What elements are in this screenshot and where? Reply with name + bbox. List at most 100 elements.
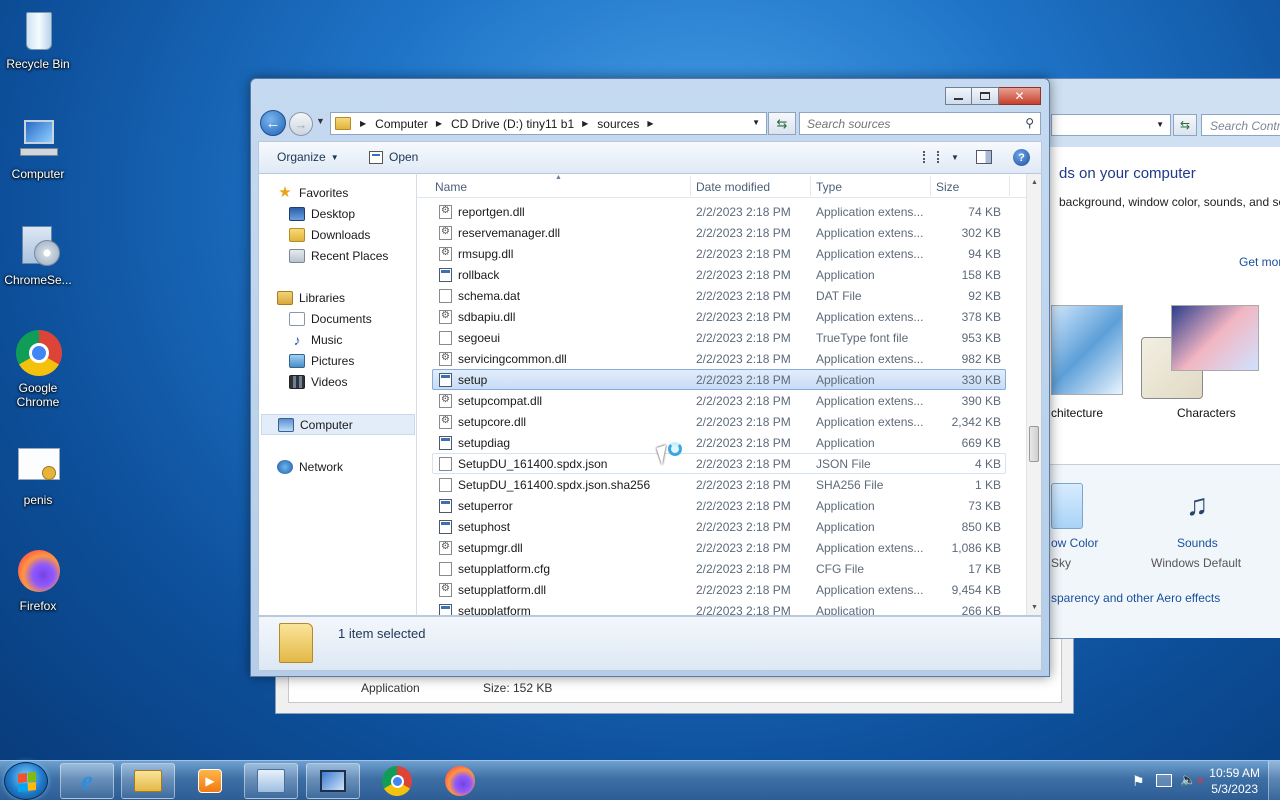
column-header-row: ▲ Name Date modified Type Size bbox=[417, 174, 1027, 198]
file-row[interactable]: reportgen.dll 2/2/2023 2:18 PM Application… bbox=[432, 201, 1006, 222]
file-row[interactable]: SetupDU_161400.spdx.json.sha256 2/2/2023 … bbox=[432, 474, 1006, 495]
scrollbar-thumb[interactable] bbox=[1029, 426, 1039, 462]
taskbar-control-panel[interactable] bbox=[244, 763, 298, 799]
file-row[interactable]: setupmgr.dll 2/2/2023 2:18 PM Application … bbox=[432, 537, 1006, 558]
file-row[interactable]: rmsupg.dll 2/2/2023 2:18 PM Application ex… bbox=[432, 243, 1006, 264]
address-bar[interactable]: ▼ bbox=[1051, 114, 1171, 136]
chevron-right-icon[interactable]: ▶ bbox=[436, 119, 442, 128]
back-button[interactable]: ← bbox=[260, 110, 286, 136]
file-row[interactable]: sdbapiu.dll 2/2/2023 2:18 PM Application e… bbox=[432, 306, 1006, 327]
file-row[interactable]: setupcompat.dll 2/2/2023 2:18 PM Applicati… bbox=[432, 390, 1006, 411]
breadcrumb-sources[interactable]: sources bbox=[597, 117, 639, 131]
search-box[interactable]: ⚲ bbox=[799, 112, 1041, 135]
aero-effects-link[interactable]: sparency and other Aero effects bbox=[1051, 591, 1220, 605]
refresh-button[interactable]: ⇆ bbox=[768, 112, 796, 135]
file-row[interactable]: servicingcommon.dll 2/2/2023 2:18 PM Appli… bbox=[432, 348, 1006, 369]
chevron-right-icon[interactable]: ▶ bbox=[360, 119, 366, 128]
scroll-up-icon[interactable]: ▲ bbox=[1027, 174, 1041, 190]
sounds-icon[interactable]: ♫ bbox=[1173, 483, 1221, 529]
chevron-right-icon[interactable]: ▶ bbox=[647, 119, 653, 128]
file-row[interactable]: rollback 2/2/2023 2:18 PM Application 158 K… bbox=[432, 264, 1006, 285]
column-name[interactable]: Name bbox=[435, 180, 467, 194]
taskbar-setup-app[interactable] bbox=[306, 763, 360, 799]
file-row[interactable]: SetupDU_161400.spdx.json 2/2/2023 2:18 PM… bbox=[432, 453, 1006, 474]
nav-desktop[interactable]: Desktop bbox=[289, 205, 355, 223]
nav-network[interactable]: Network bbox=[277, 458, 343, 476]
vertical-scrollbar[interactable]: ▲ ▼ bbox=[1026, 174, 1041, 615]
change-view-button[interactable]: ▼ bbox=[923, 151, 959, 163]
search-icon[interactable]: ⚲ bbox=[1025, 116, 1034, 130]
sounds-link[interactable]: Sounds bbox=[1177, 536, 1218, 550]
recent-pages-dropdown[interactable]: ▼ bbox=[316, 116, 325, 126]
theme-architecture[interactable] bbox=[1051, 305, 1123, 395]
column-date-modified[interactable]: Date modified bbox=[696, 180, 770, 194]
chevron-right-icon[interactable]: ▶ bbox=[582, 119, 588, 128]
nav-recent-places[interactable]: Recent Places bbox=[289, 247, 388, 265]
maximize-button[interactable] bbox=[972, 87, 999, 105]
scroll-down-icon[interactable]: ▼ bbox=[1027, 599, 1041, 615]
file-row[interactable]: setupplatform 2/2/2023 2:18 PM Application… bbox=[432, 600, 1006, 616]
theme-label: Characters bbox=[1177, 406, 1236, 420]
desktop-icon-computer[interactable]: Computer bbox=[2, 116, 74, 181]
search-input[interactable] bbox=[807, 114, 1017, 134]
help-button[interactable]: ? bbox=[1013, 149, 1030, 166]
forward-button[interactable]: → bbox=[289, 112, 313, 136]
desktop-icon-google-chrome[interactable]: Google Chrome bbox=[2, 330, 74, 409]
personalization-window[interactable]: ▼ ⇆ Search Control Panel ds on your comp… bbox=[1030, 78, 1280, 638]
taskbar-media-player[interactable]: ▶ bbox=[183, 763, 237, 799]
file-row[interactable]: segoeui 2/2/2023 2:18 PM TrueType font fil… bbox=[432, 327, 1006, 348]
file-row[interactable]: setupdiag 2/2/2023 2:18 PM Application 669 … bbox=[432, 432, 1006, 453]
file-row[interactable]: setup 2/2/2023 2:18 PM Application 330 KB bbox=[432, 369, 1006, 390]
file-row[interactable]: setuphost 2/2/2023 2:18 PM Application 850 … bbox=[432, 516, 1006, 537]
file-size: 266 KB bbox=[961, 603, 1001, 616]
close-button[interactable]: ✕ bbox=[999, 87, 1041, 105]
open-button[interactable]: Open bbox=[369, 150, 418, 164]
breadcrumb-computer[interactable]: Computer bbox=[375, 117, 428, 131]
explorer-window[interactable]: ✕ ← → ▼ ▶ Computer ▶ CD Drive (D:) tiny1… bbox=[250, 78, 1050, 677]
action-center-flag-icon[interactable]: ⚑ bbox=[1132, 773, 1145, 790]
nav-downloads[interactable]: Downloads bbox=[289, 226, 370, 244]
file-row[interactable]: setupplatform.cfg 2/2/2023 2:18 PM CFG Fil… bbox=[432, 558, 1006, 579]
taskbar-file-explorer[interactable] bbox=[121, 763, 175, 799]
nav-videos[interactable]: Videos bbox=[289, 373, 347, 391]
taskbar-firefox[interactable] bbox=[433, 763, 487, 799]
taskbar-internet-explorer[interactable]: e bbox=[60, 763, 114, 799]
organize-button[interactable]: Organize ▼ bbox=[277, 150, 339, 164]
nav-libraries[interactable]: Libraries bbox=[277, 289, 345, 307]
nav-favorites[interactable]: ★ Favorites bbox=[277, 184, 348, 202]
file-row[interactable]: setuperror 2/2/2023 2:18 PM Application 73 … bbox=[432, 495, 1006, 516]
nav-pictures[interactable]: Pictures bbox=[289, 352, 354, 370]
clock[interactable]: 10:59 AM 5/3/2023 bbox=[1209, 765, 1260, 797]
desktop-icon-chrome-setup[interactable]: ChromeSe... bbox=[2, 222, 74, 287]
minimize-button[interactable] bbox=[945, 87, 972, 105]
desktop-icon-firefox[interactable]: Firefox bbox=[2, 548, 74, 613]
sounds-value: Windows Default bbox=[1151, 556, 1242, 570]
address-dropdown-icon[interactable]: ▼ bbox=[752, 118, 760, 127]
column-type[interactable]: Type bbox=[816, 180, 842, 194]
desktop-icon-penis[interactable]: penis bbox=[2, 442, 74, 507]
get-more-themes-link[interactable]: Get mor bbox=[1239, 255, 1280, 269]
file-row[interactable]: schema.dat 2/2/2023 2:18 PM DAT File 92 KB bbox=[432, 285, 1006, 306]
network-tray-icon[interactable] bbox=[1156, 774, 1172, 787]
file-list-pane[interactable]: ▲ Name Date modified Type Size reportgen… bbox=[417, 173, 1042, 616]
taskbar-google-chrome[interactable] bbox=[370, 763, 424, 799]
volume-muted-icon[interactable]: 🔈✕ bbox=[1180, 772, 1205, 788]
file-row[interactable]: setupcore.dll 2/2/2023 2:18 PM Application… bbox=[432, 411, 1006, 432]
nav-music[interactable]: ♪ Music bbox=[289, 331, 343, 349]
window-color-link[interactable]: ow Color bbox=[1051, 536, 1098, 550]
preview-pane-button[interactable] bbox=[976, 150, 992, 164]
search-input[interactable]: Search Control Panel bbox=[1201, 114, 1280, 136]
nav-computer[interactable]: Computer bbox=[261, 414, 415, 435]
nav-documents[interactable]: Documents bbox=[289, 310, 372, 328]
desktop-icon-recycle-bin[interactable]: Recycle Bin bbox=[2, 6, 74, 71]
file-row[interactable]: reservemanager.dll 2/2/2023 2:18 PM Applic… bbox=[432, 222, 1006, 243]
address-bar[interactable]: ▶ Computer ▶ CD Drive (D:) tiny11 b1 ▶ s… bbox=[330, 112, 767, 135]
start-button[interactable] bbox=[4, 762, 48, 800]
refresh-button[interactable]: ⇆ bbox=[1173, 114, 1197, 136]
file-type: Application bbox=[816, 519, 875, 534]
show-desktop-button[interactable] bbox=[1268, 761, 1280, 800]
file-row[interactable]: setupplatform.dll 2/2/2023 2:18 PM Applica… bbox=[432, 579, 1006, 600]
breadcrumb-cd-drive[interactable]: CD Drive (D:) tiny11 b1 bbox=[451, 117, 574, 131]
column-size[interactable]: Size bbox=[936, 180, 959, 194]
window-color-swatch[interactable] bbox=[1051, 483, 1083, 529]
